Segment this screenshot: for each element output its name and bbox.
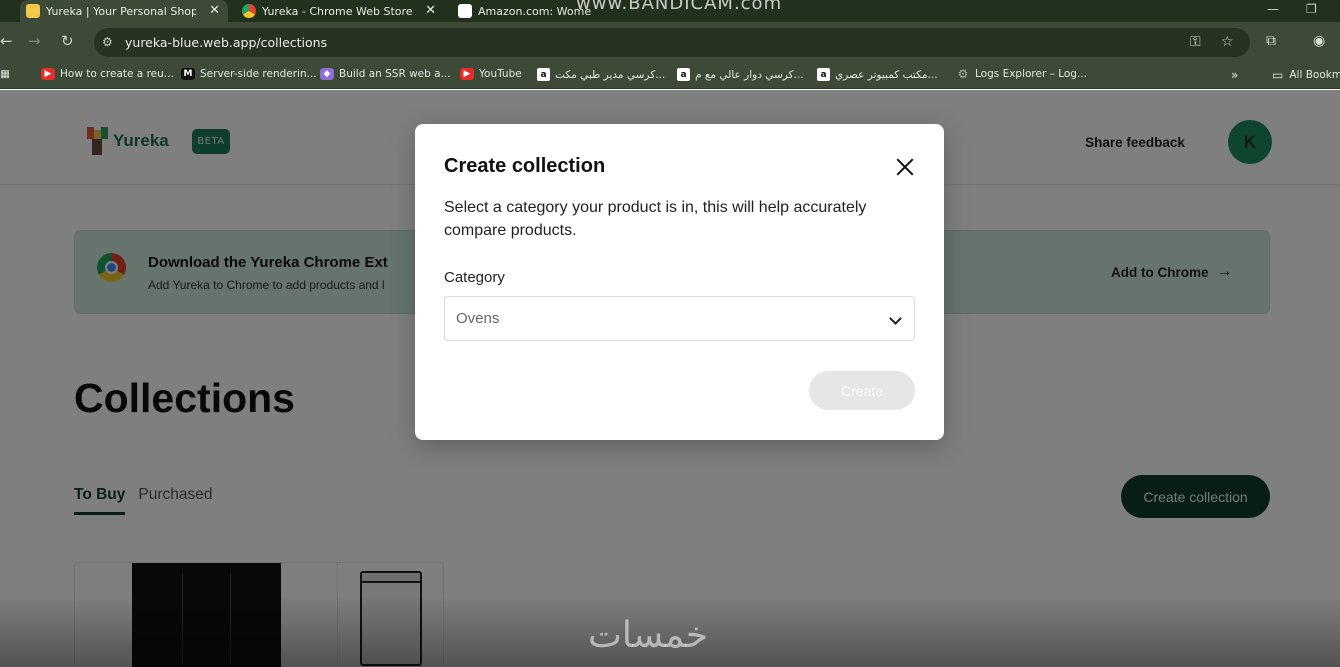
bookmark-label: How to create a reu... (60, 68, 174, 80)
bookmark-label: Logs Explorer – Log... (975, 68, 1087, 80)
tab-close-icon[interactable]: ✕ (425, 3, 436, 18)
category-label: Category (444, 269, 505, 286)
bookmark-label: YouTube (479, 68, 522, 80)
bookmark-item[interactable]: ⚙ Logs Explorer – Log... (956, 67, 1087, 81)
amazon-favicon-icon (458, 4, 472, 18)
maximize-icon[interactable]: ❐ (1306, 2, 1317, 16)
forward-icon[interactable]: → (28, 32, 41, 50)
bookmarks-overflow-icon[interactable]: » (1231, 68, 1238, 82)
back-icon[interactable]: ← (0, 32, 13, 50)
dialog-description: Select a category your product is in, th… (444, 199, 867, 239)
category-select[interactable]: Ovens (444, 296, 915, 341)
bookmark-label: كرسي دوار عالي مع م... (695, 68, 804, 81)
chevron-down-icon (889, 312, 902, 325)
bookmark-item[interactable]: a كرسي دوار عالي مع م... (677, 68, 804, 81)
dialog-title: Create collection (444, 155, 606, 177)
site-info-icon[interactable]: ⚙ (102, 35, 113, 49)
reload-icon[interactable]: ↻ (61, 32, 74, 50)
category-selected-value: Ovens (456, 310, 500, 327)
extensions-icon[interactable]: ⧉ (1266, 33, 1276, 49)
tab-close-icon[interactable]: ✕ (209, 3, 220, 18)
browser-tab-chrome-store[interactable]: Yureka - Chrome Web Store ✕ (236, 0, 444, 22)
bookmark-label: كرسي مدير طبي مكت... (555, 68, 666, 81)
bookmark-item[interactable]: ◆ Build an SSR web a... (320, 68, 451, 80)
bookmark-label: مكتب كمبيوتر عصري... (835, 68, 938, 81)
apps-grid-icon[interactable]: ▦ (0, 68, 10, 80)
profile-icon[interactable]: ◉ (1313, 33, 1325, 49)
khamsat-watermark: خمسات (588, 615, 709, 656)
bookmark-label: Server-side renderin... (200, 68, 317, 80)
minimize-icon[interactable]: — (1267, 2, 1279, 16)
recorder-watermark: www.BANDICAM.com (576, 0, 783, 14)
bookmark-item[interactable]: a مكتب كمبيوتر عصري... (817, 68, 938, 81)
folder-icon: ▭ (1272, 68, 1284, 82)
create-button[interactable]: Create (809, 371, 915, 410)
bookmark-item[interactable]: M Server-side renderin... (181, 68, 317, 80)
gear-icon: ⚙ (957, 67, 969, 81)
youtube-icon: ▶ (460, 68, 474, 80)
address-bar[interactable]: ⚙ yureka-blue.web.app/collections ⚿ ☆ (94, 28, 1250, 57)
browser-toolbar: ← → ↻ ⚙ yureka-blue.web.app/collections … (0, 22, 1340, 62)
password-key-icon[interactable]: ⚿ (1190, 34, 1201, 50)
medium-icon: M (181, 68, 195, 80)
bookmark-item[interactable]: ▶ How to create a reu... (41, 68, 174, 80)
youtube-icon: ▶ (41, 68, 55, 80)
amazon-icon: a (817, 68, 830, 81)
tab-title: Yureka - Chrome Web Store (262, 4, 412, 18)
url-text[interactable]: yureka-blue.web.app/collections (125, 35, 327, 50)
bookmark-star-icon[interactable]: ☆ (1221, 34, 1234, 50)
bookmarks-bar: ▦ ▶ How to create a reu... M Server-side… (0, 62, 1340, 89)
all-bookmarks-label: All Bookm (1289, 69, 1340, 81)
tab-title: Yureka | Your Personal Shoppin (46, 4, 196, 18)
yureka-favicon-icon (26, 4, 40, 18)
all-bookmarks[interactable]: ▭ All Bookm (1272, 68, 1340, 82)
bookmark-label: Build an SSR web a... (339, 68, 451, 80)
chrome-store-favicon-icon (242, 4, 256, 18)
browser-tab-yureka[interactable]: Yureka | Your Personal Shoppin ✕ (20, 0, 228, 22)
bookmark-icon: ◆ (320, 68, 334, 80)
amazon-icon: a (677, 68, 690, 81)
close-icon[interactable] (893, 155, 917, 179)
bookmark-item[interactable]: a كرسي مدير طبي مكت... (537, 68, 665, 81)
bookmark-item[interactable]: ▶ YouTube (460, 68, 522, 80)
create-collection-dialog: Create collection Select a category your… (415, 124, 944, 440)
amazon-icon: a (537, 68, 550, 81)
